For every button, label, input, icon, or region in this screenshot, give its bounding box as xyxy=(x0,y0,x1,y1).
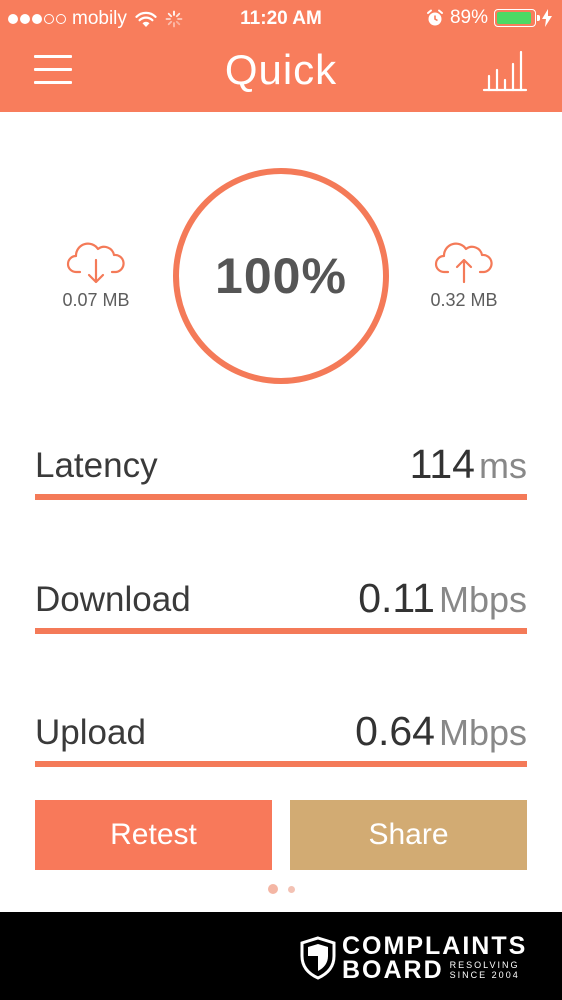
status-right: 89% xyxy=(426,7,552,29)
app-screen: mobily 11:20 AM 89% Quick 0.07 MB 100% 0… xyxy=(0,0,562,912)
metric-label: Download xyxy=(35,580,191,619)
metric-upload: Upload 0.64 Mbps xyxy=(35,707,527,767)
metric-unit: Mbps xyxy=(438,579,527,620)
watermark-line2: BOARD xyxy=(342,956,444,984)
battery-icon xyxy=(494,9,540,27)
bar-chart-icon[interactable] xyxy=(482,50,528,92)
metric-value: 0.11 xyxy=(358,575,435,621)
metric-value-group: 0.64 Mbps xyxy=(355,708,527,755)
metric-download: Download 0.11 Mbps xyxy=(35,574,527,634)
share-button[interactable]: Share xyxy=(290,800,527,870)
metric-value-group: 114 ms xyxy=(410,441,527,488)
cloud-upload-icon xyxy=(434,242,493,284)
download-amount-panel: 0.07 MB xyxy=(36,240,156,311)
watermark-tag2: SINCE 2004 xyxy=(449,970,520,980)
gauge-value: 100% xyxy=(215,248,347,304)
battery-fill xyxy=(497,12,531,24)
progress-gauge: 100% xyxy=(173,168,389,384)
watermark-line1: COMPLAINTS xyxy=(342,932,528,960)
charging-bolt-icon xyxy=(542,9,552,27)
page-dot[interactable] xyxy=(287,885,295,893)
upload-amount: 0.32 MB xyxy=(430,290,498,310)
page-title: Quick xyxy=(224,46,338,93)
metric-bar xyxy=(35,494,527,500)
status-bar: mobily 11:20 AM 89% xyxy=(0,0,562,38)
watermark-tag1: RESOLVING xyxy=(449,960,520,970)
download-amount: 0.07 MB xyxy=(62,290,130,310)
metric-unit: ms xyxy=(479,445,527,486)
metric-unit: Mbps xyxy=(438,712,527,753)
metric-value-group: 0.11 Mbps xyxy=(358,575,527,622)
watermark-tagline: RESOLVING SINCE 2004 xyxy=(450,960,520,980)
metric-bar xyxy=(35,761,527,767)
metric-value: 0.64 xyxy=(355,708,435,754)
metric-bar xyxy=(35,628,527,634)
header: mobily 11:20 AM 89% Quick xyxy=(0,0,562,112)
metric-latency: Latency 114 ms xyxy=(35,440,527,500)
complaints-board-watermark: COMPLAINTS BOARD RESOLVING SINCE 2004 xyxy=(300,932,528,984)
page-dot-active[interactable] xyxy=(267,884,278,894)
upload-amount-panel: 0.32 MB xyxy=(404,240,524,311)
metric-label: Upload xyxy=(35,713,146,752)
retest-button[interactable]: Retest xyxy=(35,800,272,870)
alarm-clock-icon xyxy=(426,9,443,26)
page-indicator xyxy=(0,884,562,894)
cloud-download-icon xyxy=(66,242,125,284)
battery-percent: 89% xyxy=(449,7,488,28)
watermark-text: COMPLAINTS BOARD RESOLVING SINCE 2004 xyxy=(342,932,528,984)
shield-logo-icon xyxy=(300,936,336,980)
metric-label: Latency xyxy=(35,446,158,485)
metric-value: 114 xyxy=(409,441,475,487)
watermark-line2-group: BOARD RESOLVING SINCE 2004 xyxy=(342,956,527,984)
